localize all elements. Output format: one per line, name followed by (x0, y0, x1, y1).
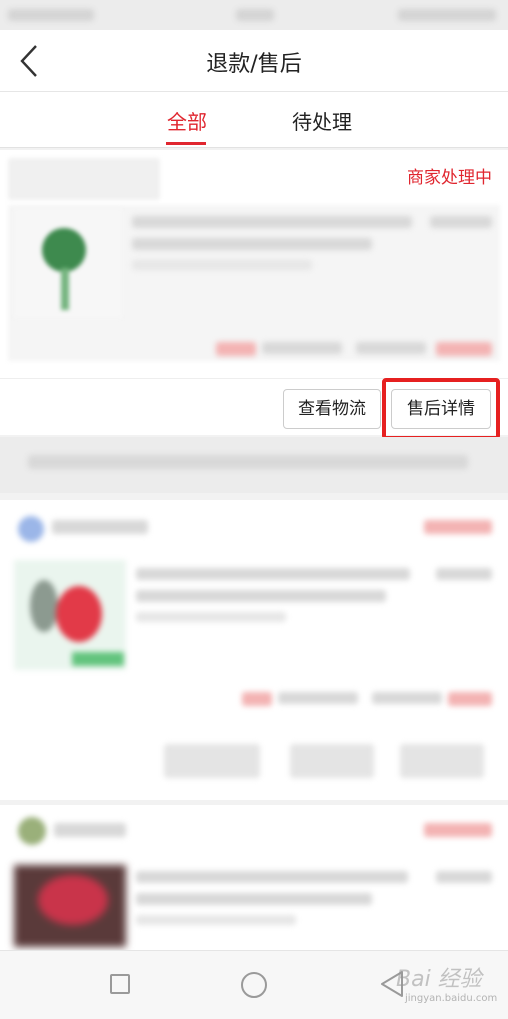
after-sales-page: 退款/售后 全部 待处理 商家处理中 查看物流 售后详情 Bai 经验 jing… (0, 0, 508, 1019)
order-status: 商家处理中 (407, 168, 492, 188)
highlight-box (382, 378, 500, 440)
product-thumbnail[interactable] (14, 865, 126, 947)
order-card (0, 500, 508, 800)
system-nav-bar: Bai 经验 jingyan.baidu.com (0, 950, 508, 1019)
circle-icon[interactable] (241, 972, 267, 998)
active-tab-indicator (166, 142, 206, 145)
header: 退款/售后 (0, 30, 508, 92)
view-logistics-button[interactable]: 查看物流 (283, 389, 381, 429)
watermark-brand: Bai 经验 (396, 967, 482, 992)
tab-all[interactable]: 全部 (167, 106, 207, 135)
tab-bar: 全部 待处理 (0, 92, 508, 148)
notice-bar-blurred (0, 437, 508, 493)
square-icon[interactable] (110, 974, 130, 994)
product-thumbnail[interactable] (14, 560, 126, 670)
tab-pending[interactable]: 待处理 (292, 106, 352, 135)
shop-name-blurred (8, 158, 160, 200)
watermark-url: jingyan.baidu.com (405, 993, 498, 1004)
product-thumbnail[interactable] (14, 208, 122, 318)
status-bar (0, 0, 508, 30)
order-card (0, 805, 508, 950)
page-title: 退款/售后 (206, 52, 302, 77)
